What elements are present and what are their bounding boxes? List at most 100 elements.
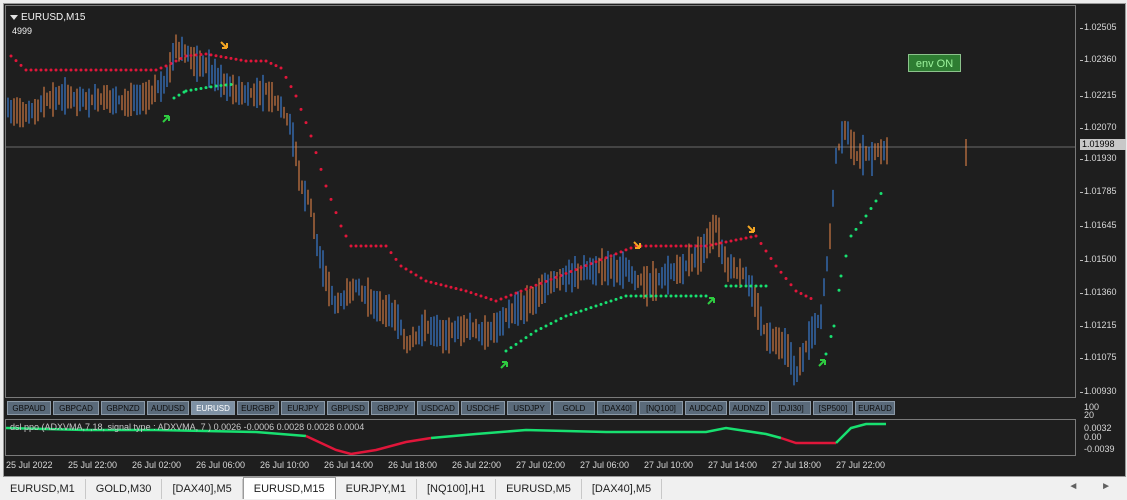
stop-dot-green [859, 221, 863, 225]
stop-dot-green [604, 301, 608, 305]
symbol-button-nq100[interactable]: [NQ100] [639, 401, 683, 415]
chart-tab[interactable]: EURJPY,M1 [336, 479, 417, 499]
stop-dot-red [284, 75, 288, 79]
dropdown-triangle-icon[interactable] [10, 14, 18, 20]
bar-count: 4999 [12, 26, 33, 36]
stop-dot-red [564, 272, 568, 275]
indicator-tick: -0.0039 [1084, 444, 1115, 454]
stop-dot-red [404, 267, 408, 271]
stop-dot-red [354, 244, 358, 248]
tab-scroll-arrows[interactable]: ◄ ► [1068, 481, 1121, 492]
price-tick-mark [1080, 192, 1083, 193]
symbol-button-gbpusd[interactable]: GBPUSD [327, 401, 369, 415]
chart-tab[interactable]: EURUSD,M5 [496, 479, 582, 499]
indicator-pane[interactable]: dsl ppo (ADXVMA,7,18, signal type : ADXV… [5, 419, 1076, 456]
stop-dot-green [614, 297, 618, 301]
chart-tab[interactable]: GOLD,M30 [86, 479, 163, 499]
stop-dot-red [504, 295, 508, 299]
stop-dot-red [129, 68, 133, 72]
stop-dot-red [464, 289, 468, 293]
stop-dot-red [194, 53, 198, 57]
symbol-button-eurgbp[interactable]: EURGBP [237, 401, 279, 415]
stop-dot-green [629, 294, 633, 298]
stop-dot-red [64, 68, 68, 72]
symbol-button-euraud[interactable]: EURAUD [855, 401, 895, 415]
symbol-button-eurjpy[interactable]: EURJPY [281, 401, 325, 415]
stop-dot-green [544, 324, 548, 328]
buy-arrow-icon [500, 361, 508, 369]
stop-dot-red [9, 54, 13, 58]
stop-dot-red [229, 56, 233, 60]
price-tick-label: 1.01500 [1084, 254, 1117, 264]
symbol-button-gbpaud[interactable]: GBPAUD [7, 401, 51, 415]
stop-dot-green [759, 284, 763, 288]
chart-window[interactable]: EURUSD,M15 4999 env ON 1.02505 1.02360 1.0… [3, 3, 1126, 477]
symbol-button-bar: GBPAUD GBPCAD GBPNZD AUDUSD EURUSD EURGBP EURJ… [5, 399, 1076, 417]
stop-dot-red [374, 244, 378, 248]
stop-dot-red [159, 66, 163, 70]
symbol-button-audnzd[interactable]: AUDNZD [729, 401, 769, 415]
stop-dot-red [684, 244, 688, 248]
stop-dot-green [649, 294, 653, 298]
stop-dot-red [94, 68, 98, 72]
chart-tab[interactable]: EURUSD,M1 [0, 479, 86, 499]
stop-dot-green [519, 339, 523, 343]
stop-dot-green [669, 294, 673, 298]
chart-tab[interactable]: [DAX40],M5 [162, 479, 243, 499]
symbol-button-gbpnzd[interactable]: GBPNZD [101, 401, 145, 415]
stop-dot-red [424, 279, 428, 283]
symbol-button-gbpcad[interactable]: GBPCAD [53, 401, 99, 415]
stop-dot-green [744, 284, 748, 288]
symbol-button-usdchf[interactable]: USDCHF [461, 401, 505, 415]
stop-dot-green [699, 294, 703, 298]
stop-dot-green [574, 311, 578, 315]
stop-dot-red [204, 52, 208, 56]
stop-dot-green [704, 294, 708, 298]
symbol-button-sp500[interactable]: [SP500] [813, 401, 853, 415]
stop-dot-green [172, 96, 176, 100]
symbol-button-dji30[interactable]: [DJI30] [771, 401, 811, 415]
stop-dot-red [734, 238, 738, 242]
stop-dot-red [174, 59, 178, 63]
stop-dot-red [119, 68, 123, 72]
stop-dot-red [34, 68, 38, 72]
stop-dot-red [84, 68, 88, 72]
symbol-button-gold[interactable]: GOLD [553, 401, 595, 415]
price-scale[interactable]: 1.02505 1.02360 1.02215 1.02070 1.01930 1.017… [1076, 4, 1126, 398]
symbol-title: EURUSD,M15 [21, 12, 86, 23]
stop-dot-green [229, 83, 233, 86]
stop-dot-red [434, 282, 438, 285]
price-pane[interactable]: EURUSD,M15 4999 env ON [5, 5, 1076, 398]
symbol-button-audcad[interactable]: AUDCAD [685, 401, 727, 415]
stop-dot-red [309, 134, 313, 138]
ppo-line [835, 422, 886, 444]
stop-dot-red [29, 68, 33, 72]
price-tick-mark [1080, 128, 1083, 129]
time-tick-label: 27 Jul 18:00 [772, 460, 822, 470]
stop-dot-red [459, 288, 463, 292]
chart-tab[interactable]: [DAX40],M5 [582, 479, 663, 499]
chart-tab[interactable]: [NQ100],H1 [417, 479, 497, 499]
stop-dot-red [99, 68, 103, 72]
stop-dot-green [509, 346, 513, 350]
stop-dot-red [44, 68, 48, 72]
symbol-button-usdjpy[interactable]: USDJPY [507, 401, 551, 415]
stop-dot-green [599, 302, 603, 306]
env-on-button[interactable]: env ON [908, 54, 961, 72]
symbol-button-audusd[interactable]: AUDUSD [147, 401, 189, 415]
stop-dot-red [134, 68, 138, 72]
time-tick-label: 26 Jul 22:00 [452, 460, 502, 470]
time-scale[interactable]: 25 Jul 2022 25 Jul 22:00 26 Jul 02:00 26 Ju… [4, 456, 1076, 476]
symbol-button-usdcad[interactable]: USDCAD [417, 401, 459, 415]
price-tick-mark [1080, 326, 1083, 327]
ppo-line [780, 436, 836, 445]
symbol-button-dax40[interactable]: [DAX40] [597, 401, 637, 415]
chart-tab[interactable]: EURUSD,M15 [242, 477, 336, 499]
symbol-button-gbpjpy[interactable]: GBPJPY [371, 401, 415, 415]
buy-arrow-icon [818, 359, 826, 367]
price-tick-label: 1.02505 [1084, 22, 1117, 32]
stop-dot-red [714, 242, 718, 246]
stop-dot-green [694, 294, 698, 298]
time-tick-label: 25 Jul 2022 [6, 460, 53, 470]
symbol-button-eurusd[interactable]: EURUSD [191, 401, 235, 415]
